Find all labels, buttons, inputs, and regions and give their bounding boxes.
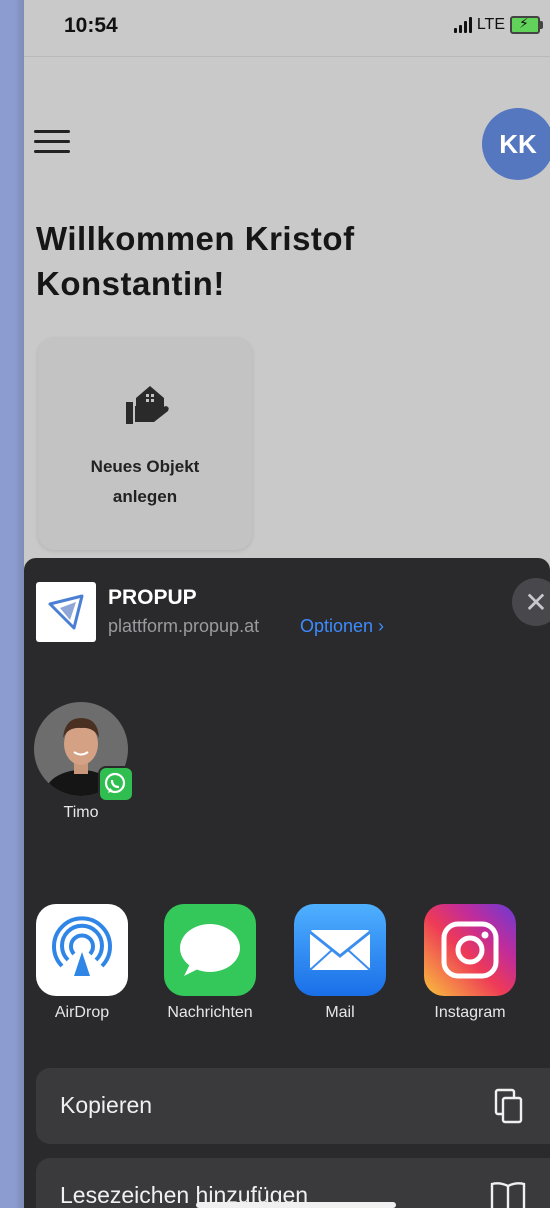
copy-action[interactable]: Kopieren [36,1068,550,1144]
contact-name: Timo [63,804,99,821]
instagram-icon [424,904,516,996]
share-app-title: PROPUP [108,586,197,609]
mail-icon [294,904,386,996]
airdrop-icon [36,904,128,996]
new-object-tile[interactable]: Neues Objekt anlegen [38,338,252,550]
options-link[interactable]: Optionen › [300,616,384,637]
messages-icon [164,904,256,996]
welcome-heading: Willkommen Kristof Konstantin! [36,220,355,302]
action-label: Kopieren [60,1092,153,1118]
close-button[interactable]: ✕ [512,578,550,626]
copy-icon [494,1088,523,1124]
network-label: LTE [476,16,505,33]
hamburger-menu-icon[interactable] [34,130,70,156]
phone-screen: 10:54 LTE ⚡ KK Willkommen Kristof Konsta… [24,0,550,1208]
new-object-label: Neues Objekt anlegen [90,457,200,506]
send-arrow-icon [48,594,84,630]
home-indicator [196,1202,396,1208]
battery-icon: ⚡ [510,15,543,34]
propup-app-icon [36,582,96,642]
share-app-label: Instagram [434,1004,506,1021]
share-sheet: PROPUP plattform.propup.at Optionen › ✕ [24,558,550,1208]
bookmark-action[interactable]: Lesezeichen hinzufügen [36,1158,550,1208]
status-bar: 10:54 LTE ⚡ [24,0,550,57]
share-app-label: AirDrop [54,1004,110,1021]
user-avatar[interactable]: KK [482,108,550,180]
share-app-label: Mail [325,1004,355,1021]
book-icon [490,1182,526,1208]
whatsapp-icon [98,766,134,802]
share-app-label: Nachrichten [167,1004,253,1021]
status-time: 10:54 [64,14,118,37]
share-url: plattform.propup.at [108,616,260,636]
status-indicators: LTE ⚡ [453,15,543,34]
house-hand-icon [126,386,169,424]
signal-icon [453,17,472,33]
